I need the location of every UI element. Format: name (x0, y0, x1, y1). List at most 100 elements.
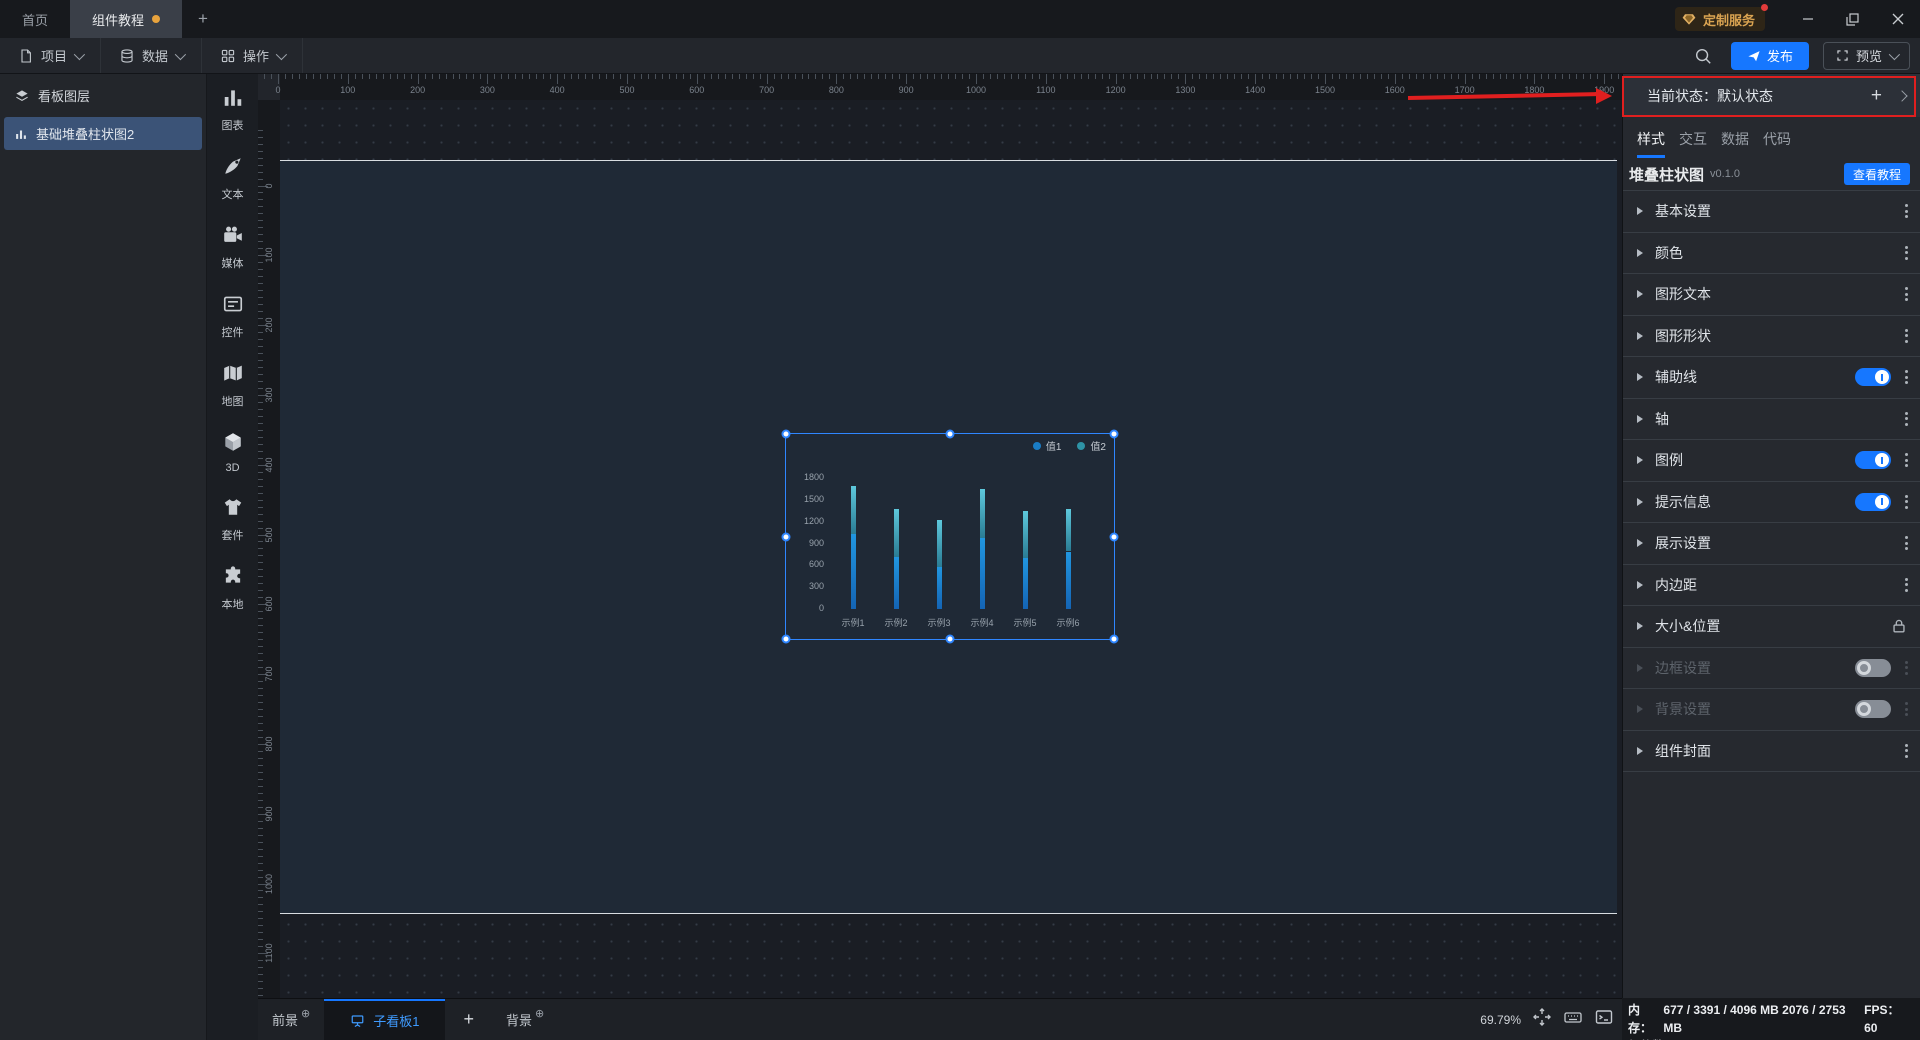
selection-handle[interactable] (781, 429, 791, 439)
preview-button[interactable]: 预览 (1822, 41, 1910, 70)
section-row[interactable]: 轴 (1623, 399, 1920, 440)
file-icon (18, 48, 34, 64)
foreground-button[interactable]: 前景 ⊕ (258, 999, 324, 1040)
more-menu-icon[interactable] (1905, 494, 1908, 509)
close-button[interactable] (1875, 0, 1920, 38)
section-label: 提示信息 (1655, 493, 1711, 510)
selection-handle[interactable] (945, 429, 955, 439)
ruler-tick (258, 702, 263, 704)
add-board-button[interactable]: + (445, 999, 492, 1040)
more-menu-icon[interactable] (1905, 577, 1908, 592)
section-row[interactable]: 大小&位置 (1623, 606, 1920, 648)
selection-handle[interactable] (781, 634, 791, 644)
add-background-icon[interactable]: ⊕ (535, 1007, 544, 1020)
more-menu-icon[interactable] (1905, 702, 1908, 717)
tab-home-label: 首页 (22, 12, 49, 28)
ruler-tick (1038, 74, 1040, 79)
ruler-tick (1017, 74, 1019, 79)
custom-service-badge[interactable]: 定制服务 (1674, 4, 1768, 31)
more-menu-icon[interactable] (1905, 411, 1908, 426)
stacked-bar-chart-component[interactable]: 值1 值2 0 300 600 900 1200 1500 1800 示例1 示例2 示例3 示例4 示例… (781, 429, 1119, 644)
view-tutorial-button[interactable]: 查看教程 (1843, 163, 1910, 185)
menu-database[interactable]: 数据 (101, 38, 203, 73)
dock-item-kit[interactable]: 套件 (222, 496, 244, 543)
menu-grid[interactable]: 操作 (202, 38, 304, 73)
caret-right-icon (1637, 622, 1643, 631)
section-row[interactable]: 图例 (1623, 440, 1920, 482)
ruler-tick (258, 199, 263, 201)
section-row[interactable]: 图形形状 (1623, 316, 1920, 357)
ruler-tick (258, 764, 263, 766)
background-button[interactable]: 背景 ⊕ (492, 999, 558, 1040)
ruler-label: 200 (264, 317, 274, 333)
selection-handle[interactable] (1109, 532, 1119, 541)
fit-view-button[interactable] (1532, 1007, 1552, 1032)
publish-button[interactable]: 发布 (1730, 41, 1809, 70)
section-row[interactable]: 提示信息 (1623, 482, 1920, 523)
dock-item-control[interactable]: 控件 (222, 293, 244, 340)
gem-icon (1681, 11, 1697, 27)
more-menu-icon[interactable] (1905, 204, 1908, 219)
more-menu-icon[interactable] (1905, 660, 1908, 675)
toggle-switch[interactable] (1855, 492, 1891, 511)
tab-component-tutorial[interactable]: 组件教程 (70, 0, 183, 38)
section-row[interactable]: 颜色 (1623, 233, 1920, 274)
toggle-switch[interactable] (1855, 658, 1891, 677)
selection-handle[interactable] (1109, 429, 1119, 439)
dock-item-media[interactable]: 媒体 (222, 224, 244, 271)
ruler-label: 700 (759, 85, 775, 95)
section-row[interactable]: 内边距 (1623, 565, 1920, 606)
ruler-tick (258, 192, 263, 194)
section-row[interactable]: 组件封面 (1623, 731, 1920, 772)
legend-item[interactable]: 值1 (1032, 438, 1061, 453)
lock-icon[interactable] (1890, 617, 1908, 635)
more-menu-icon[interactable] (1905, 743, 1908, 758)
ruler-tick (996, 74, 998, 79)
section-row[interactable]: 展示设置 (1623, 523, 1920, 565)
layer-item-selected[interactable]: 基础堆叠柱状图2 (4, 117, 202, 150)
section-row[interactable]: 图形文本 (1623, 274, 1920, 316)
minimize-button[interactable] (1785, 0, 1830, 38)
more-menu-icon[interactable] (1905, 245, 1908, 260)
selection-handle[interactable] (945, 634, 955, 644)
ruler-tick (668, 74, 670, 79)
section-row[interactable]: 辅助线 (1623, 357, 1920, 399)
more-menu-icon[interactable] (1905, 370, 1908, 385)
add-foreground-icon[interactable]: ⊕ (301, 1007, 310, 1020)
dock-item-map[interactable]: 地图 (222, 362, 244, 409)
section-row[interactable]: 基本设置 (1623, 191, 1920, 233)
selection-handle[interactable] (1109, 634, 1119, 644)
more-menu-icon[interactable] (1905, 453, 1908, 468)
new-tab-button[interactable]: + (182, 0, 224, 38)
dock-item-puzzle[interactable]: 本地 (222, 565, 244, 612)
ruler-tick (955, 74, 957, 79)
menu-file[interactable]: 项目 (0, 38, 102, 73)
settings-tab-交互[interactable]: 交互 (1679, 129, 1707, 158)
tab-label: 组件教程 (92, 12, 145, 28)
ruler-label: 300 (479, 85, 495, 95)
ruler-label: 900 (264, 806, 274, 822)
toggle-switch[interactable] (1855, 451, 1891, 470)
more-menu-icon[interactable] (1905, 536, 1908, 551)
section-row[interactable]: 边框设置 (1623, 648, 1920, 689)
settings-tab-代码[interactable]: 代码 (1763, 129, 1791, 158)
subboard-tab[interactable]: 子看板1 (324, 999, 446, 1040)
ruler-label: 1300 (1175, 85, 1196, 95)
legend-item[interactable]: 值2 (1077, 438, 1106, 453)
shortcut-keys-button[interactable] (1563, 1007, 1583, 1032)
more-menu-icon[interactable] (1905, 287, 1908, 302)
settings-tab-样式[interactable]: 样式 (1637, 129, 1665, 158)
console-button[interactable] (1594, 1007, 1614, 1032)
dock-item-chart[interactable]: 图表 (222, 86, 244, 133)
toggle-switch[interactable] (1855, 700, 1891, 719)
toggle-switch[interactable] (1855, 368, 1891, 387)
dock-item-text[interactable]: 文本 (222, 155, 244, 202)
settings-tab-数据[interactable]: 数据 (1721, 129, 1749, 158)
restore-button[interactable] (1830, 0, 1875, 38)
more-menu-icon[interactable] (1905, 328, 1908, 343)
section-row[interactable]: 背景设置 (1623, 689, 1920, 731)
search-button[interactable] (1689, 42, 1717, 70)
section-label: 背景设置 (1655, 701, 1711, 718)
tab-home[interactable]: 首页 (0, 0, 70, 38)
dock-item-cube[interactable]: 3D (222, 431, 244, 474)
